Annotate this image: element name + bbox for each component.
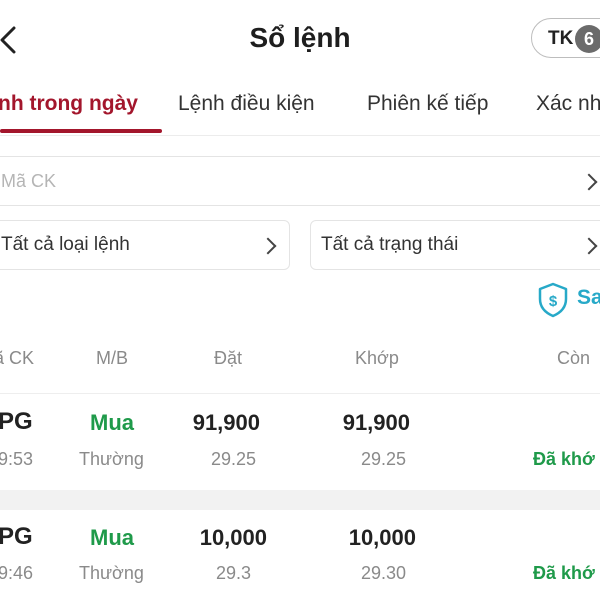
row-order-volume: 91,900 bbox=[192, 410, 260, 435]
tab-conditional-orders[interactable]: Lệnh điều kiện bbox=[178, 92, 315, 116]
tab-next-session[interactable]: Phiên kế tiếp bbox=[367, 92, 488, 116]
active-tab-indicator bbox=[0, 129, 162, 133]
chevron-right-icon bbox=[580, 237, 598, 255]
row-status: Đã khớ bbox=[533, 449, 595, 469]
row-side: Mua bbox=[90, 410, 134, 435]
search-placeholder: Mã CK bbox=[1, 171, 57, 191]
row-order-price: 29.25 bbox=[210, 449, 256, 469]
order-type-filter-label: Tất cả loại lệnh bbox=[1, 234, 130, 255]
order-type-filter[interactable]: Tất cả loại lệnh bbox=[0, 220, 290, 270]
row-separator bbox=[0, 490, 600, 510]
column-header-symbol: ã CK bbox=[0, 348, 35, 368]
tab-confirmation[interactable]: Xác nh bbox=[536, 92, 600, 116]
row-match-price: 29.25 bbox=[360, 449, 406, 469]
column-header-match: Khớp bbox=[355, 348, 399, 368]
row-symbol: PG bbox=[0, 408, 33, 435]
row-status: Đã khớ bbox=[533, 563, 595, 583]
row-order-price: 29.3 bbox=[215, 563, 251, 583]
symbol-search-field[interactable]: Mã CK bbox=[0, 156, 600, 206]
order-tabs: nh trong ngày Lệnh điều kiện Phiên kế ti… bbox=[0, 78, 600, 136]
row-order-volume: 10,000 bbox=[199, 525, 267, 550]
row-match-volume: 91,900 bbox=[342, 410, 410, 435]
row-time: 9:46 bbox=[0, 563, 34, 583]
account-number-badge: 6 bbox=[575, 25, 600, 53]
chevron-right-icon bbox=[580, 173, 598, 191]
column-header-remaining: Còn bbox=[557, 348, 591, 368]
shield-dollar-icon[interactable]: $ bbox=[537, 282, 569, 318]
header-divider bbox=[0, 393, 600, 394]
save-action-label[interactable]: Sa bbox=[577, 286, 600, 310]
chevron-right-icon bbox=[259, 237, 277, 255]
tabs-divider bbox=[0, 135, 600, 136]
row-symbol: PG bbox=[0, 523, 33, 550]
top-bar: Sổ lệnh TK 6 bbox=[0, 0, 600, 78]
column-header-side: M/B bbox=[96, 348, 129, 368]
account-label: TK bbox=[548, 28, 574, 49]
svg-text:$: $ bbox=[549, 293, 558, 310]
row-order-kind: Thường bbox=[79, 563, 144, 583]
row-order-kind: Thường bbox=[79, 449, 144, 469]
tab-intraday-orders[interactable]: nh trong ngày bbox=[0, 92, 138, 116]
column-header-order: Đặt bbox=[214, 348, 243, 368]
row-time: 9:53 bbox=[0, 449, 34, 469]
row-match-price: 29.30 bbox=[360, 563, 406, 583]
order-status-filter[interactable]: Tất cả trạng thái bbox=[310, 220, 600, 270]
row-match-volume: 10,000 bbox=[348, 525, 416, 550]
row-side: Mua bbox=[90, 525, 134, 550]
page-title: Sổ lệnh bbox=[249, 22, 351, 53]
order-status-filter-label: Tất cả trạng thái bbox=[321, 234, 459, 255]
